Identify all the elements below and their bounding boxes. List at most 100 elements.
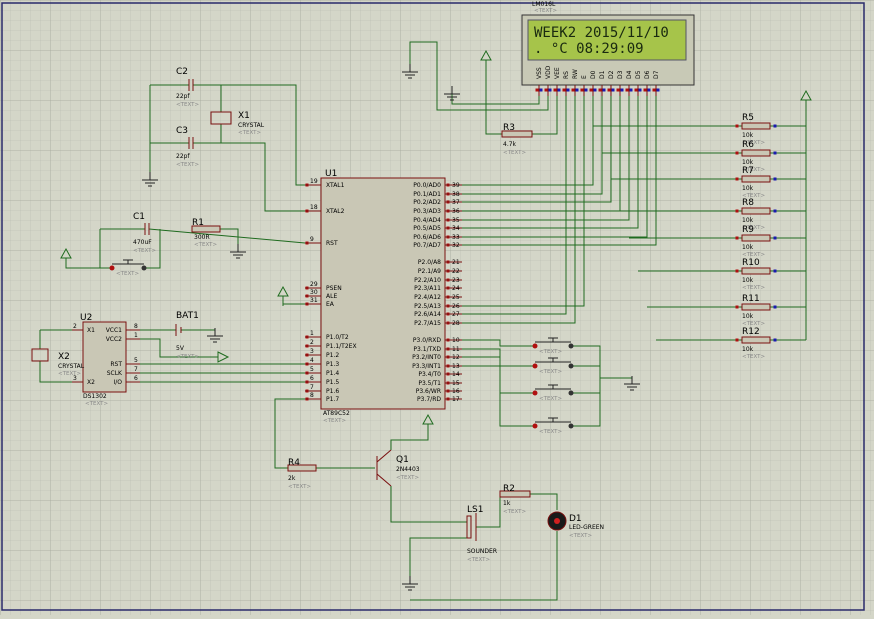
mcu-pin-number: 28 bbox=[452, 320, 460, 327]
pin-marker bbox=[557, 88, 561, 92]
x2-value: CRYSTAL bbox=[58, 363, 85, 370]
rtc-part: DS1302 bbox=[83, 393, 107, 400]
r2-text: <TEXT> bbox=[503, 509, 526, 515]
pin-marker bbox=[571, 88, 575, 92]
lcd-pin-label: D0 bbox=[590, 70, 597, 79]
rtc-text-placeholder: <TEXT> bbox=[85, 401, 108, 407]
d1-ref: D1 bbox=[569, 514, 582, 524]
mcu-pin-name: P0.6/AD6 bbox=[413, 234, 441, 241]
mcu-pin-number: 33 bbox=[452, 234, 460, 241]
mcu-pin-name: P0.2/AD2 bbox=[413, 199, 441, 206]
rtc-pin-number: 7 bbox=[134, 366, 138, 373]
mcu-pin-number: 18 bbox=[310, 204, 318, 211]
d1-text: <TEXT> bbox=[569, 533, 592, 539]
r1-ref: R1 bbox=[192, 218, 204, 228]
rtc-pin-number: 8 bbox=[134, 323, 138, 330]
lcd-pin-label: D7 bbox=[653, 70, 660, 79]
lcd-pin-label: D2 bbox=[608, 70, 615, 79]
x2-text: <TEXT> bbox=[58, 371, 81, 377]
pin-marker bbox=[735, 151, 739, 155]
mcu-pin-number: 22 bbox=[452, 268, 460, 275]
mcu-u1[interactable]: U1 AT89C52 <TEXT> 19XTAL118XTAL29RST29PS… bbox=[305, 169, 462, 424]
lcd-text-placeholder: <TEXT> bbox=[534, 8, 557, 14]
pin-marker bbox=[773, 209, 777, 213]
resistor-icon bbox=[741, 267, 771, 275]
button-text: <TEXT> bbox=[539, 349, 562, 355]
mcu-pin-name: P1.6 bbox=[326, 388, 339, 395]
mcu-pin-name: XTAL1 bbox=[326, 182, 345, 189]
mcu-pin-number: 2 bbox=[310, 339, 314, 346]
lcd-pin-label: RS bbox=[563, 71, 570, 79]
lcd-pin-label: D6 bbox=[644, 70, 651, 79]
x1-value: CRYSTAL bbox=[238, 122, 265, 129]
lcd-module[interactable]: LM016L <TEXT> WEEK2 2015/11/10 . °C 08:2… bbox=[521, 1, 695, 96]
mcu-pin-name: RST bbox=[326, 240, 338, 247]
mcu-pin-number: 4 bbox=[310, 357, 314, 364]
pin-marker bbox=[598, 88, 602, 92]
pin-marker bbox=[773, 151, 777, 155]
pin-marker bbox=[575, 88, 579, 92]
rtc-pin-name: RST bbox=[110, 361, 122, 368]
mcu-pin-number: 3 bbox=[310, 348, 314, 355]
pin-marker bbox=[773, 269, 777, 273]
mcu-pin-number: 9 bbox=[310, 236, 314, 243]
mcu-pin-name: P1.2 bbox=[326, 352, 339, 359]
resistor-icon bbox=[741, 149, 771, 157]
pin-marker bbox=[735, 305, 739, 309]
rtc-pin-number: 1 bbox=[134, 332, 138, 339]
mcu-pin-number: 25 bbox=[452, 294, 460, 301]
r4-value: 2k bbox=[288, 475, 296, 482]
mcu-pin-name: P1.5 bbox=[326, 379, 339, 386]
lcd-pin-label: D5 bbox=[635, 70, 642, 79]
mcu-pin-name: P1.4 bbox=[326, 370, 339, 377]
pin-marker bbox=[544, 88, 548, 92]
c2-ref: C2 bbox=[176, 67, 188, 77]
pin-marker bbox=[773, 236, 777, 240]
pin-marker bbox=[625, 88, 629, 92]
pin-marker bbox=[548, 88, 552, 92]
mcu-text-placeholder: <TEXT> bbox=[323, 418, 346, 424]
resistor-icon bbox=[741, 303, 771, 311]
pin-marker bbox=[773, 338, 777, 342]
r3-ref: R3 bbox=[503, 123, 515, 133]
lcd-line-1: WEEK2 2015/11/10 bbox=[534, 25, 669, 41]
mcu-pin-number: 36 bbox=[452, 208, 460, 215]
r3-text: <TEXT> bbox=[503, 150, 526, 156]
mcu-pin-number: 31 bbox=[310, 297, 318, 304]
pin-marker bbox=[593, 88, 597, 92]
c2-value: 22pf bbox=[176, 93, 190, 100]
pin-marker bbox=[735, 177, 739, 181]
pullup-ref: R6 bbox=[742, 140, 754, 150]
mcu-pin-number: 16 bbox=[452, 388, 460, 395]
mcu-pin-name: P2.3/A11 bbox=[414, 285, 441, 292]
pullup-value: 10k bbox=[742, 217, 754, 224]
bat1-text: <TEXT> bbox=[176, 354, 199, 360]
pullup-ref: R11 bbox=[742, 294, 760, 304]
pin-marker bbox=[580, 88, 584, 92]
pin-marker bbox=[602, 88, 606, 92]
mcu-pin-name: P0.5/AD5 bbox=[413, 225, 441, 232]
lcd-pin-label: RW bbox=[572, 69, 579, 79]
mcu-pin-number: 7 bbox=[310, 384, 314, 391]
pullup-value: 10k bbox=[742, 132, 754, 139]
c3-text: <TEXT> bbox=[176, 162, 199, 168]
c2-text: <TEXT> bbox=[176, 102, 199, 108]
rtc-pin-name: X2 bbox=[87, 379, 95, 386]
x1-text: <TEXT> bbox=[238, 130, 261, 136]
mcu-pin-number: 21 bbox=[452, 259, 460, 266]
mcu-pin-number: 8 bbox=[310, 392, 314, 399]
rtc-pin-name: X1 bbox=[87, 327, 95, 334]
pin-marker bbox=[773, 124, 777, 128]
pullup-ref: R10 bbox=[742, 258, 760, 268]
pin-marker bbox=[735, 124, 739, 128]
mcu-pin-number: 17 bbox=[452, 396, 460, 403]
pullup-value: 10k bbox=[742, 277, 754, 284]
bat1-value: 5V bbox=[176, 345, 185, 352]
schematic-canvas[interactable]: <TEXT> <TEXT> <TEXT> <TEXT> <TEXT> LM016L <T… bbox=[0, 0, 874, 615]
c3-ref: C3 bbox=[176, 126, 188, 136]
mcu-pin-number: 10 bbox=[452, 337, 460, 344]
mcu-pin-number: 11 bbox=[452, 346, 460, 353]
resistor-icon bbox=[741, 122, 771, 130]
r4-ref: R4 bbox=[288, 458, 300, 468]
mcu-pin-number: 37 bbox=[452, 199, 460, 206]
